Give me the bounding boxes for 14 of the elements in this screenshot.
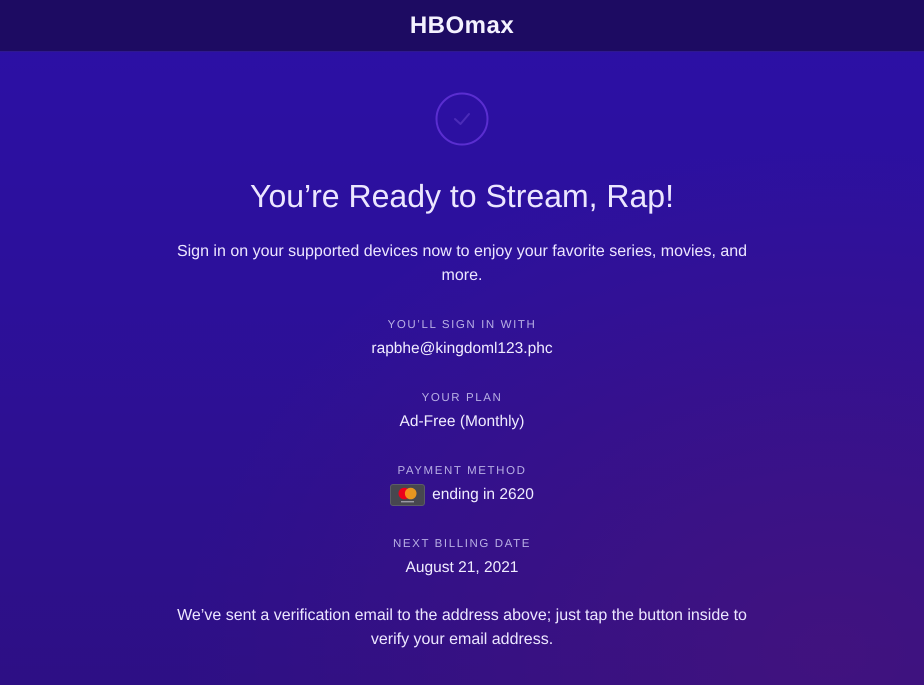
detail-label: YOUR PLAN <box>422 391 502 406</box>
detail-value: rapbhe@kingdoml123.phc <box>371 339 553 359</box>
detail-value: August 21, 2021 <box>406 558 518 578</box>
page-title: You’re Ready to Stream, Rap! <box>250 177 674 215</box>
detail-label: NEXT BILLING DATE <box>393 537 531 552</box>
intro-text: Sign in on your supported devices now to enjoy your favorite series, movies, and more. <box>176 242 748 286</box>
detail-label: YOU’LL SIGN IN WITH <box>388 318 536 333</box>
success-check-icon <box>435 92 489 146</box>
brand-logo[interactable]: HBOmax <box>410 14 514 38</box>
detail-value: ending in 2620 <box>432 485 534 505</box>
card-brand-icon <box>390 484 426 506</box>
verification-note: We’ve sent a verification email to the address above; just tap the button inside to verify your email address. <box>176 606 748 650</box>
detail-value: Ad-Free (Monthly) <box>400 412 524 432</box>
detail-label: PAYMENT METHOD <box>397 464 527 479</box>
